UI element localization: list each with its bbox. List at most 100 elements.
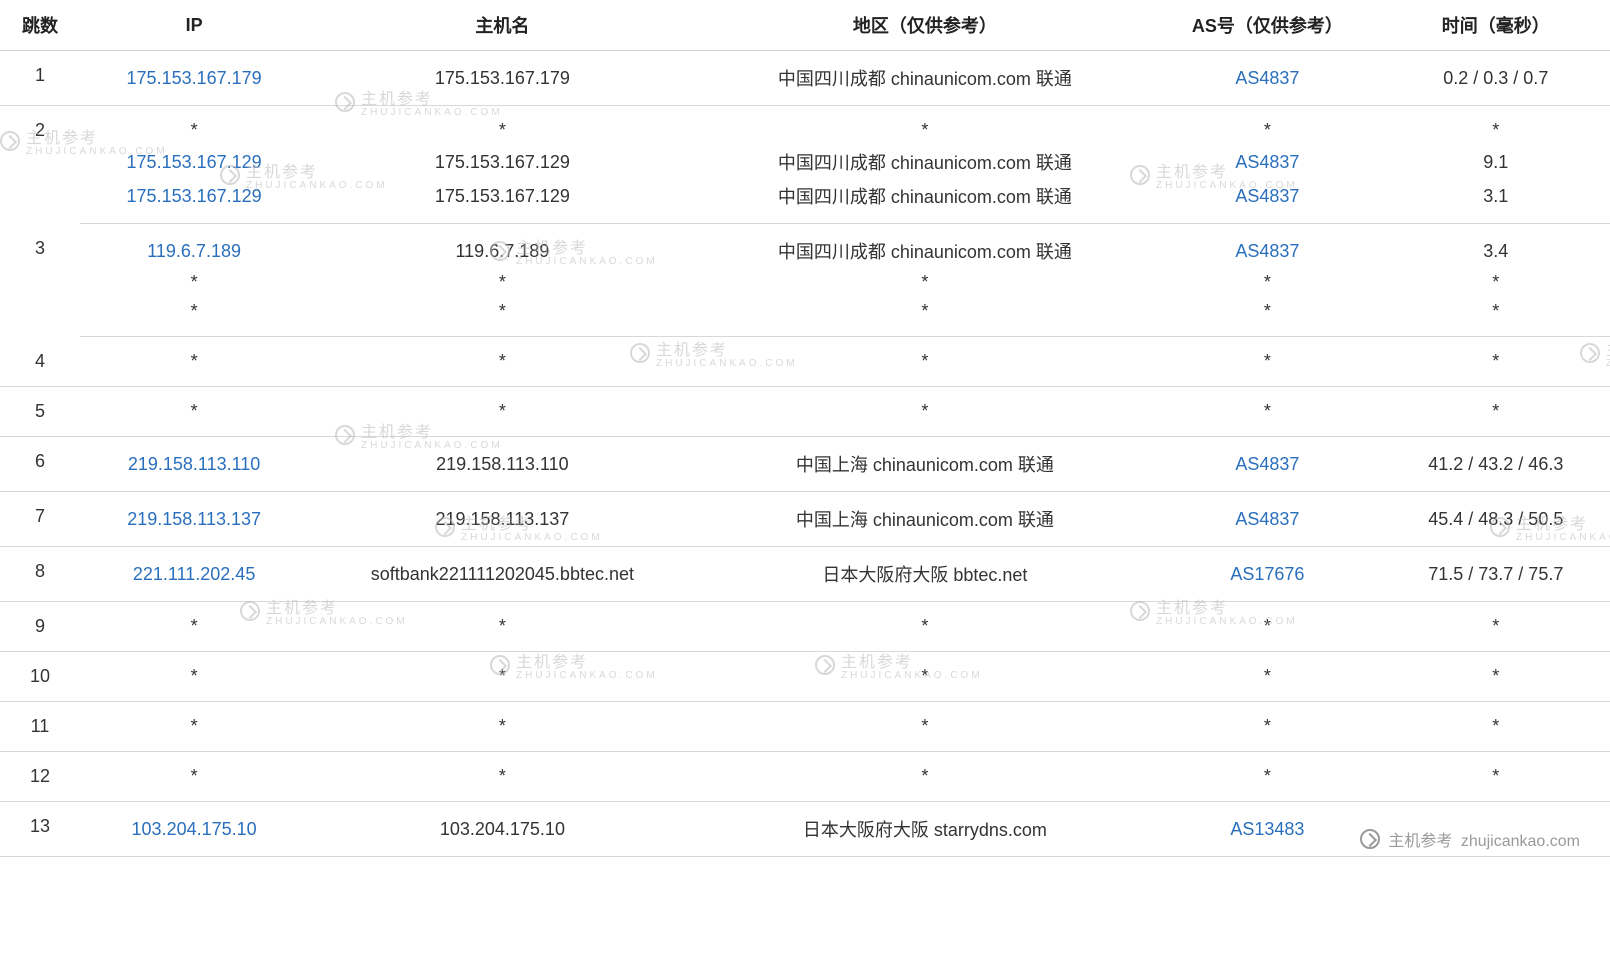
cell-region: * xyxy=(697,268,1154,297)
table-row: 2***** xyxy=(0,106,1610,146)
watermark-icon xyxy=(1360,829,1380,849)
cell-as[interactable]: AS4837 xyxy=(1153,51,1381,106)
cell-as[interactable]: AS4837 xyxy=(1153,224,1381,269)
cell-as[interactable]: AS17676 xyxy=(1153,547,1381,602)
table-row: 175.153.167.129175.153.167.129中国四川成都 chi… xyxy=(0,179,1610,224)
cell-ip: * xyxy=(80,752,308,802)
header-hop: 跳数 xyxy=(0,0,80,51)
cell-ip[interactable]: 103.204.175.10 xyxy=(80,802,308,857)
cell-region: 中国四川成都 chinaunicom.com 联通 xyxy=(697,145,1154,179)
cell-host: * xyxy=(308,752,696,802)
cell-region: 中国四川成都 chinaunicom.com 联通 xyxy=(697,224,1154,269)
cell-time: * xyxy=(1382,652,1610,702)
table-row: 11***** xyxy=(0,702,1610,752)
cell-ip: * xyxy=(80,337,308,387)
cell-region: 日本大阪府大阪 starrydns.com xyxy=(697,802,1154,857)
cell-ip[interactable]: 219.158.113.110 xyxy=(80,437,308,492)
cell-as: * xyxy=(1153,652,1381,702)
cell-time: 41.2 / 43.2 / 46.3 xyxy=(1382,437,1610,492)
footer-watermark-domain: zhujicankao.com xyxy=(1461,833,1580,850)
cell-as[interactable]: AS4837 xyxy=(1153,145,1381,179)
cell-ip: * xyxy=(80,602,308,652)
cell-time: 9.1 xyxy=(1382,145,1610,179)
cell-hop: 10 xyxy=(0,652,80,702)
table-row: ***** xyxy=(0,268,1610,297)
cell-ip: * xyxy=(80,106,308,146)
cell-as: * xyxy=(1153,337,1381,387)
cell-time: * xyxy=(1382,297,1610,337)
cell-time: 0.2 / 0.3 / 0.7 xyxy=(1382,51,1610,106)
cell-ip[interactable]: 175.153.167.129 xyxy=(80,179,308,224)
cell-ip: * xyxy=(80,652,308,702)
cell-region: 中国上海 chinaunicom.com 联通 xyxy=(697,492,1154,547)
cell-ip[interactable]: 175.153.167.129 xyxy=(80,145,308,179)
cell-hop: 13 xyxy=(0,802,80,857)
cell-time: * xyxy=(1382,337,1610,387)
table-row: 3119.6.7.189119.6.7.189中国四川成都 chinaunico… xyxy=(0,224,1610,269)
cell-region: * xyxy=(697,337,1154,387)
cell-region: 日本大阪府大阪 bbtec.net xyxy=(697,547,1154,602)
cell-host: 103.204.175.10 xyxy=(308,802,696,857)
cell-time: * xyxy=(1382,752,1610,802)
cell-ip: * xyxy=(80,297,308,337)
table-row: ***** xyxy=(0,297,1610,337)
cell-ip[interactable]: 219.158.113.137 xyxy=(80,492,308,547)
cell-ip: * xyxy=(80,702,308,752)
cell-ip[interactable]: 175.153.167.179 xyxy=(80,51,308,106)
table-row: 10***** xyxy=(0,652,1610,702)
table-header-row: 跳数 IP 主机名 地区（仅供参考） AS号（仅供参考） 时间（毫秒） xyxy=(0,0,1610,51)
cell-host: 175.153.167.179 xyxy=(308,51,696,106)
cell-hop: 12 xyxy=(0,752,80,802)
cell-host: 119.6.7.189 xyxy=(308,224,696,269)
header-host: 主机名 xyxy=(308,0,696,51)
header-time: 时间（毫秒） xyxy=(1382,0,1610,51)
cell-region: * xyxy=(697,602,1154,652)
cell-time: * xyxy=(1382,702,1610,752)
cell-host: 219.158.113.137 xyxy=(308,492,696,547)
cell-hop: 7 xyxy=(0,492,80,547)
cell-hop: 2 xyxy=(0,106,80,224)
footer-watermark: 主机参考 zhujicankao.com xyxy=(1360,827,1580,851)
cell-host: 175.153.167.129 xyxy=(308,179,696,224)
cell-as: * xyxy=(1153,702,1381,752)
cell-as: * xyxy=(1153,297,1381,337)
cell-ip[interactable]: 221.111.202.45 xyxy=(80,547,308,602)
cell-ip[interactable]: 119.6.7.189 xyxy=(80,224,308,269)
cell-hop: 5 xyxy=(0,387,80,437)
table-row: 8221.111.202.45softbank221111202045.bbte… xyxy=(0,547,1610,602)
cell-as[interactable]: AS4837 xyxy=(1153,492,1381,547)
cell-host: * xyxy=(308,268,696,297)
traceroute-table: 跳数 IP 主机名 地区（仅供参考） AS号（仅供参考） 时间（毫秒） 1175… xyxy=(0,0,1610,857)
cell-time: 3.1 xyxy=(1382,179,1610,224)
table-body: 1175.153.167.179175.153.167.179中国四川成都 ch… xyxy=(0,51,1610,857)
cell-host: * xyxy=(308,602,696,652)
cell-as[interactable]: AS4837 xyxy=(1153,179,1381,224)
cell-time: * xyxy=(1382,602,1610,652)
cell-as: * xyxy=(1153,106,1381,146)
cell-hop: 9 xyxy=(0,602,80,652)
cell-host: * xyxy=(308,106,696,146)
cell-time: * xyxy=(1382,268,1610,297)
cell-ip: * xyxy=(80,387,308,437)
cell-as: * xyxy=(1153,268,1381,297)
cell-region: 中国四川成都 chinaunicom.com 联通 xyxy=(697,179,1154,224)
cell-hop: 3 xyxy=(0,224,80,337)
cell-time: 3.4 xyxy=(1382,224,1610,269)
table-row: 6219.158.113.110219.158.113.110中国上海 chin… xyxy=(0,437,1610,492)
cell-as[interactable]: AS4837 xyxy=(1153,437,1381,492)
cell-host: softbank221111202045.bbtec.net xyxy=(308,547,696,602)
cell-host: * xyxy=(308,652,696,702)
cell-as[interactable]: AS13483 xyxy=(1153,802,1381,857)
cell-hop: 11 xyxy=(0,702,80,752)
cell-time: * xyxy=(1382,387,1610,437)
footer-watermark-text: 主机参考 xyxy=(1388,833,1452,850)
table-row: 12***** xyxy=(0,752,1610,802)
cell-hop: 1 xyxy=(0,51,80,106)
cell-hop: 8 xyxy=(0,547,80,602)
cell-region: 中国四川成都 chinaunicom.com 联通 xyxy=(697,51,1154,106)
table-row: 7219.158.113.137219.158.113.137中国上海 chin… xyxy=(0,492,1610,547)
cell-region: * xyxy=(697,652,1154,702)
cell-region: * xyxy=(697,387,1154,437)
header-region: 地区（仅供参考） xyxy=(697,0,1154,51)
cell-as: * xyxy=(1153,602,1381,652)
